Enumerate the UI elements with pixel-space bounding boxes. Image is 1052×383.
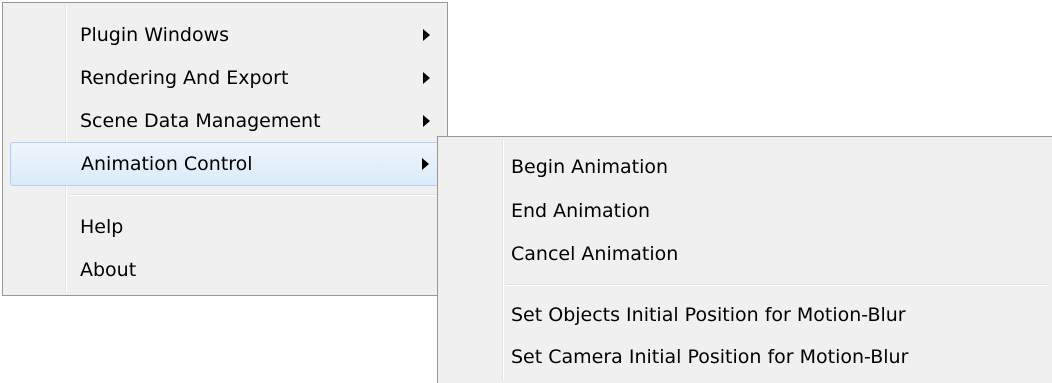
menu-item-label: Plugin Windows <box>80 24 230 46</box>
menu-item-label: Cancel Animation <box>511 243 679 265</box>
menu-item-label: End Animation <box>511 200 651 222</box>
menu-item-plugin-windows[interactable]: Plugin Windows <box>6 13 444 57</box>
animation-control-submenu: Begin Animation End Animation Cancel Ani… <box>437 136 1052 383</box>
menu-item-set-objects-initial-position[interactable]: Set Objects Initial Position for Motion-… <box>441 293 1049 337</box>
submenu-arrow-icon <box>423 29 430 41</box>
menu-item-end-animation[interactable]: End Animation <box>441 189 1049 233</box>
menu-item-label: Set Objects Initial Position for Motion-… <box>511 304 906 326</box>
menu-item-label: About <box>80 259 137 281</box>
menu-item-begin-animation[interactable]: Begin Animation <box>441 145 1049 189</box>
menu-separator <box>506 284 1049 286</box>
menu-item-help[interactable]: Help <box>6 205 444 249</box>
menu-item-label: Begin Animation <box>511 156 669 178</box>
menu-item-label: Rendering And Export <box>80 67 289 89</box>
submenu-arrow-icon <box>423 115 430 127</box>
submenu-arrow-icon <box>422 158 429 170</box>
menu-item-label: Animation Control <box>81 153 253 175</box>
context-menu: Plugin Windows Rendering And Export Scen… <box>2 2 448 296</box>
menu-item-about[interactable]: About <box>6 248 444 292</box>
menu-item-scene-data-management[interactable]: Scene Data Management <box>6 99 444 143</box>
menu-item-label: Help <box>80 216 124 238</box>
menu-item-label: Set Camera Initial Position for Motion-B… <box>511 346 909 368</box>
menu-item-animation-control[interactable]: Animation Control <box>10 142 440 186</box>
menu-item-rendering-and-export[interactable]: Rendering And Export <box>6 56 444 100</box>
menu-separator <box>69 194 444 196</box>
menu-item-cancel-animation[interactable]: Cancel Animation <box>441 232 1049 276</box>
submenu-arrow-icon <box>423 72 430 84</box>
menu-item-label: Scene Data Management <box>80 110 321 132</box>
menu-item-set-camera-initial-position[interactable]: Set Camera Initial Position for Motion-B… <box>441 335 1049 379</box>
